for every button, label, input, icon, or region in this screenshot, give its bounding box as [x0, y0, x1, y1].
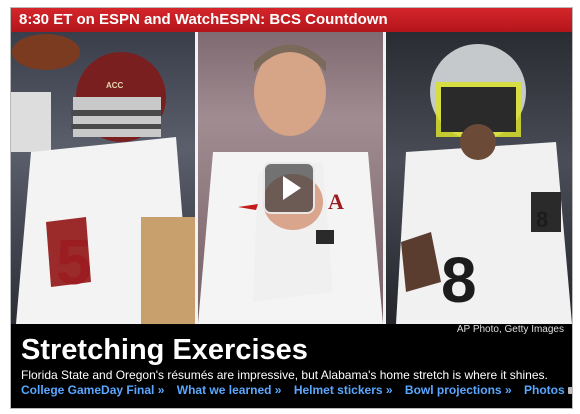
photo-left-player: 5 ACC — [11, 32, 195, 324]
link-what-we-learned[interactable]: What we learned » — [177, 383, 282, 397]
headline[interactable]: Stretching Exercises — [21, 334, 308, 366]
shirt-logo: A — [328, 189, 344, 214]
football-icon — [12, 34, 80, 70]
photo-right-player: 8 8 — [386, 32, 572, 324]
shoulder-number: 8 — [536, 207, 548, 232]
link-photos[interactable]: Photos — [524, 383, 572, 397]
dek: Florida State and Oregon's résumés are i… — [21, 368, 548, 382]
play-button-icon[interactable] — [263, 162, 315, 214]
link-helmet-stickers[interactable]: Helmet stickers » — [294, 383, 393, 397]
camera-icon — [567, 387, 572, 395]
related-links: College GameDay Final » What we learned … — [21, 383, 572, 397]
photo-collage[interactable]: 5 ACC A 8 8 — [11, 32, 572, 324]
live-banner[interactable]: 8:30 ET on ESPN and WatchESPN: BCS Count… — [11, 8, 572, 32]
jersey-number-left: 5 — [56, 226, 92, 298]
photo-credit: AP Photo, Getty Images — [456, 324, 564, 335]
link-bowl-projections[interactable]: Bowl projections » — [405, 383, 512, 397]
video-promo[interactable]: 8:30 ET on ESPN and WatchESPN: BCS Count… — [10, 7, 573, 409]
link-gameday-final[interactable]: College GameDay Final » — [21, 383, 164, 397]
jersey-number-right: 8 — [441, 244, 477, 316]
helmet-badge: ACC — [106, 81, 124, 90]
